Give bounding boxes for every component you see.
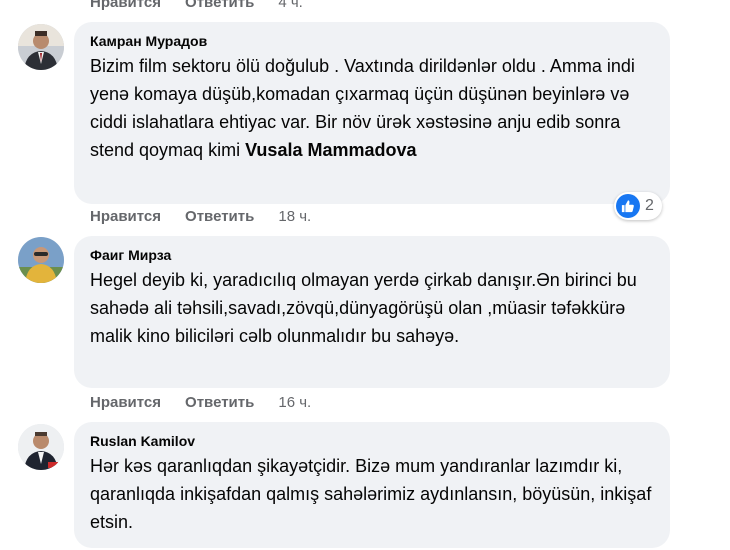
- reply-link[interactable]: Ответить: [185, 394, 254, 411]
- comment-text: Hegel deyib ki, yaradıcılıq olmayan yerd…: [90, 270, 637, 346]
- avatar[interactable]: [18, 424, 64, 470]
- comment-bubble: Ruslan Kamilov Hər kəs qaranlıqdan şikay…: [74, 422, 670, 548]
- timestamp[interactable]: 4 ч.: [278, 0, 303, 11]
- like-link[interactable]: Нравится: [90, 0, 161, 11]
- mention-link[interactable]: Vusala Mammadova: [245, 140, 416, 160]
- avatar[interactable]: [18, 237, 64, 283]
- like-link[interactable]: Нравится: [90, 394, 161, 411]
- reaction-summary[interactable]: 2: [614, 192, 662, 220]
- comment-author[interactable]: Ruslan Kamilov: [90, 432, 654, 450]
- comment-bubble: Камран Мурадов Bizim film sektoru ölü do…: [74, 22, 670, 204]
- timestamp[interactable]: 18 ч.: [278, 208, 311, 225]
- comment-bubble: Фаиг Мирза Hegel deyib ki, yaradıcılıq o…: [74, 236, 670, 388]
- comment-actions-top: Нравится Ответить 4 ч.: [90, 0, 303, 11]
- comment-author[interactable]: Фаиг Мирза: [90, 246, 654, 264]
- comment-text: Hər kəs qaranlıqdan şikayətçidir. Bizə m…: [90, 456, 652, 532]
- reply-link[interactable]: Ответить: [185, 208, 254, 225]
- comment-author[interactable]: Камран Мурадов: [90, 32, 654, 50]
- reply-link[interactable]: Ответить: [185, 0, 254, 11]
- comment-actions: Нравится Ответить 18 ч.: [90, 208, 311, 225]
- comment-text: Bizim film sektoru ölü doğulub . Vaxtınd…: [90, 52, 654, 164]
- thumbs-up-icon: [616, 194, 640, 218]
- comment-actions: Нравится Ответить 16 ч.: [90, 394, 311, 411]
- avatar[interactable]: [18, 24, 64, 70]
- like-link[interactable]: Нравится: [90, 208, 161, 225]
- timestamp[interactable]: 16 ч.: [278, 394, 311, 411]
- reaction-count: 2: [645, 197, 654, 214]
